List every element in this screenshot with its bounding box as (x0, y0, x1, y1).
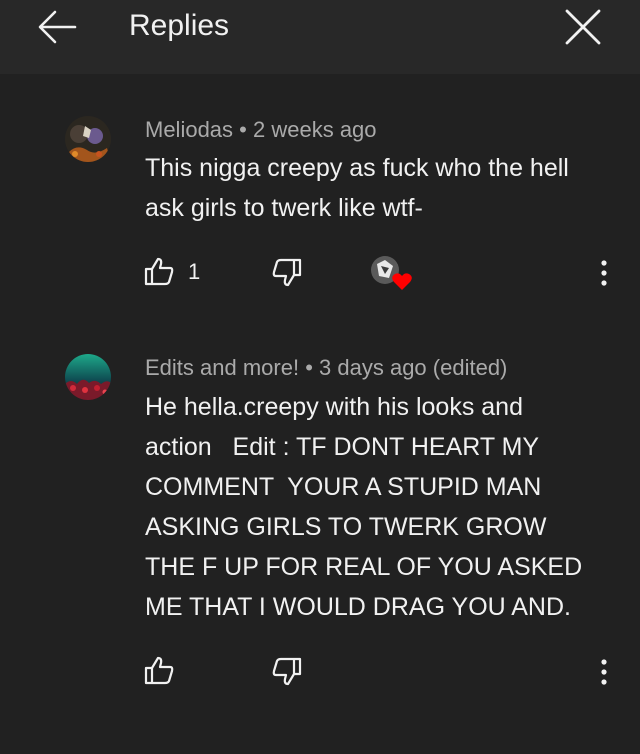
more-vert-icon (601, 260, 607, 286)
thumbs-up-icon (144, 257, 174, 286)
dislike-button[interactable] (271, 258, 305, 290)
comment-meta: Meliodas • 2 weeks ago (145, 115, 377, 145)
reply-comment: Edits and more! • 3 days ago (edited) He… (0, 318, 640, 708)
comment-time: 2 weeks ago (253, 117, 377, 142)
creator-heart-icon (371, 256, 412, 290)
avatar[interactable] (65, 354, 111, 400)
back-button[interactable] (36, 8, 78, 46)
creator-heart-badge (369, 254, 415, 294)
comment-text: This nigga creepy as fuck who the hell a… (145, 154, 576, 222)
avatar-image (65, 354, 111, 400)
like-button[interactable] (143, 655, 177, 687)
dislike-button[interactable] (271, 657, 305, 689)
avatar-image (65, 116, 111, 162)
arrow-left-icon (38, 10, 77, 44)
author-name[interactable]: Meliodas (145, 117, 233, 142)
close-button[interactable] (562, 6, 604, 48)
more-options-button[interactable] (596, 258, 612, 288)
page-title: Replies (129, 9, 230, 42)
thumbs-down-icon (272, 258, 302, 287)
comment-text: He hella.creepy with his looks and actio… (145, 393, 590, 621)
reply-comment: Meliodas • 2 weeks ago This nigga creepy… (0, 74, 640, 306)
like-button[interactable] (143, 256, 177, 288)
thumbs-down-icon (272, 657, 302, 686)
comment-meta: Edits and more! • 3 days ago (edited) (145, 353, 507, 383)
meta-separator: • (305, 355, 313, 380)
like-count: 1 (188, 259, 201, 284)
close-icon (565, 9, 601, 45)
comment-actions: 1 (0, 252, 640, 292)
comment-actions (0, 651, 640, 691)
author-name[interactable]: Edits and more! (145, 355, 299, 380)
comment-time: 3 days ago (edited) (319, 355, 508, 380)
more-options-button[interactable] (596, 657, 612, 687)
meta-separator: • (239, 117, 247, 142)
replies-screen: Replies Meliodas • 2 weeks ago This nigg… (0, 0, 640, 754)
more-vert-icon (601, 659, 607, 685)
replies-header: Replies (0, 0, 640, 74)
thumbs-up-icon (144, 656, 174, 685)
avatar[interactable] (65, 116, 111, 162)
